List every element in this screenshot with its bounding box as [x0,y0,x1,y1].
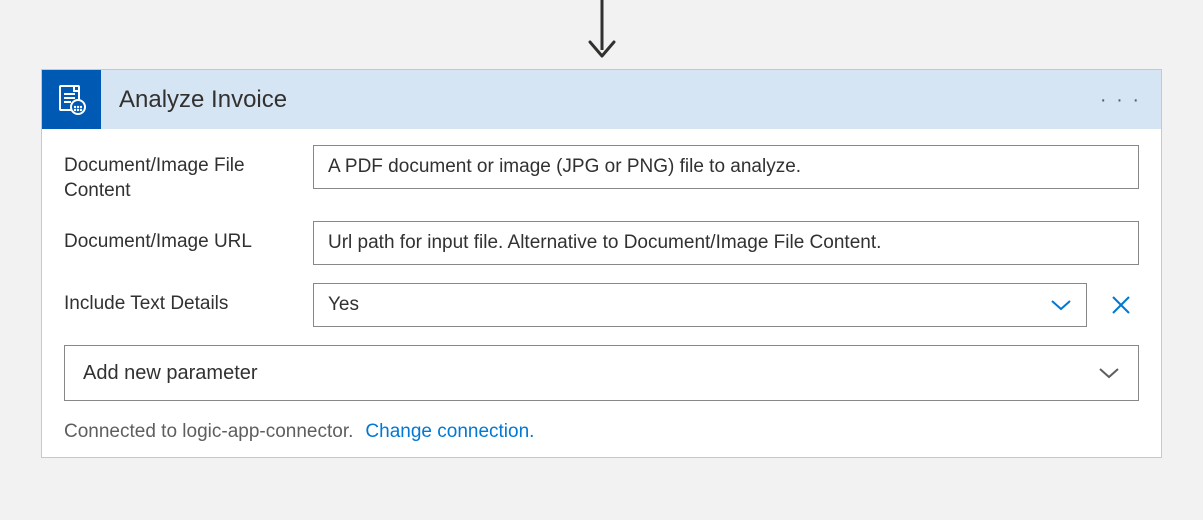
field-row-file-content: Document/Image File Content [64,145,1139,203]
chevron-down-icon [1050,294,1072,316]
url-input[interactable] [313,221,1139,265]
clear-field-button[interactable] [1103,287,1139,323]
add-param-row: Add new parameter [64,345,1139,401]
add-param-label: Add new parameter [83,362,258,385]
close-icon [1109,293,1133,317]
action-card: Analyze Invoice · · · Document/Image Fil… [41,69,1162,458]
field-label: Include Text Details [64,283,313,317]
flow-arrow-icon [582,0,622,62]
card-body: Document/Image File Content Document/Ima… [42,129,1161,457]
connected-status: Connected to logic-app-connector. [64,421,353,443]
card-header[interactable]: Analyze Invoice · · · [42,70,1161,129]
card-title: Analyze Invoice [119,86,287,114]
select-value: Yes [328,294,359,316]
form-recognizer-icon [42,70,101,129]
connection-footer: Connected to logic-app-connector. Change… [64,421,1139,443]
add-parameter-dropdown[interactable]: Add new parameter [64,345,1139,401]
field-label: Document/Image File Content [64,145,313,203]
include-text-select[interactable]: Yes [313,283,1087,327]
field-label: Document/Image URL [64,221,313,255]
file-content-input[interactable] [313,145,1139,189]
change-connection-link[interactable]: Change connection. [365,421,534,443]
chevron-down-icon [1098,362,1120,384]
field-row-url: Document/Image URL [64,221,1139,265]
field-row-include-text: Include Text Details Yes [64,283,1139,327]
ellipsis-icon[interactable]: · · · [1100,90,1141,110]
